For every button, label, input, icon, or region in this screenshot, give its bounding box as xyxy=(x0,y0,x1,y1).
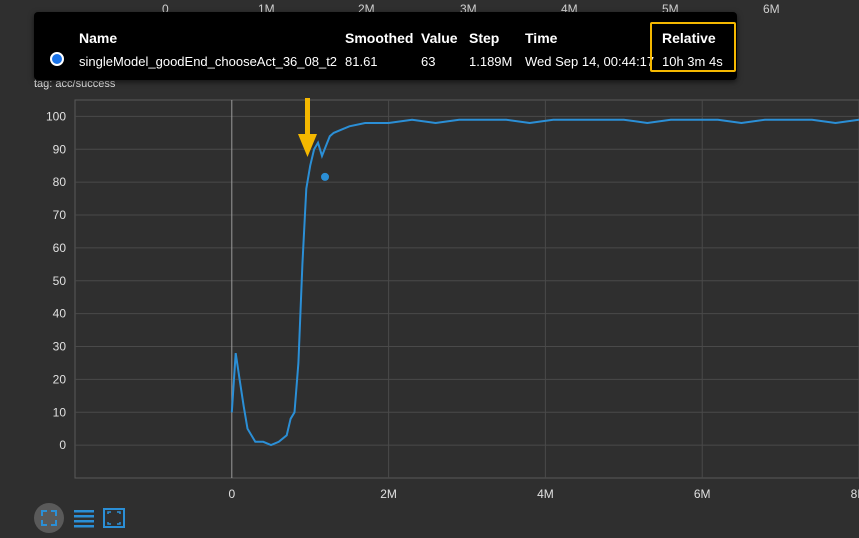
fit-domain-icon xyxy=(41,510,57,526)
y-tick-label: 70 xyxy=(53,208,67,222)
row-step: 1.189M xyxy=(469,54,513,69)
header-step: Step xyxy=(469,30,500,46)
x-tick-label: 2M xyxy=(380,487,397,500)
toggle-log-button[interactable] xyxy=(70,503,100,533)
x-tick-label: 0 xyxy=(228,487,235,500)
y-tick-label: 40 xyxy=(53,307,67,321)
x-tick-label: 6M xyxy=(694,487,711,500)
relative-highlight-box xyxy=(650,22,736,72)
row-time: Wed Sep 14, 00:44:17 xyxy=(525,54,655,69)
header-time: Time xyxy=(525,30,558,46)
y-tick-label: 0 xyxy=(59,438,66,452)
x-tick-label: 8M xyxy=(851,487,859,500)
y-tick-label: 10 xyxy=(53,405,67,419)
header-smoothed: Smoothed xyxy=(345,30,414,46)
y-tick-label: 30 xyxy=(53,340,67,354)
y-tick-label: 80 xyxy=(53,175,67,189)
header-value: Value xyxy=(421,30,458,46)
plot-frame xyxy=(74,99,859,479)
expand-icon xyxy=(103,508,125,528)
y-tick-label: 60 xyxy=(53,241,67,255)
expand-button[interactable] xyxy=(100,503,130,533)
fit-domain-button[interactable] xyxy=(34,503,64,533)
y-tick-label: 100 xyxy=(46,109,66,123)
toggle-log-icon xyxy=(74,510,94,528)
series-color-dot xyxy=(50,52,64,66)
row-value: 63 xyxy=(421,54,436,69)
x-axis-ticks: 0 2M 4M 6M 8M xyxy=(228,487,859,500)
y-tick-label: 20 xyxy=(53,372,67,386)
y-tick-label: 50 xyxy=(53,274,67,288)
header-name: Name xyxy=(79,30,118,46)
row-smoothed: 81.61 xyxy=(345,54,378,69)
y-axis-ticks: 0 10 20 30 40 50 60 70 80 90 100 xyxy=(46,109,66,452)
hover-point xyxy=(321,172,330,181)
y-tick-label: 90 xyxy=(53,142,67,156)
chart-grid xyxy=(74,99,859,479)
x-tick-label: 4M xyxy=(537,487,554,500)
row-name: singleModel_goodEnd_chooseAct_36_08_t2 xyxy=(79,54,338,69)
tooltip: Name Smoothed Value Step Time Relative s… xyxy=(34,12,737,80)
